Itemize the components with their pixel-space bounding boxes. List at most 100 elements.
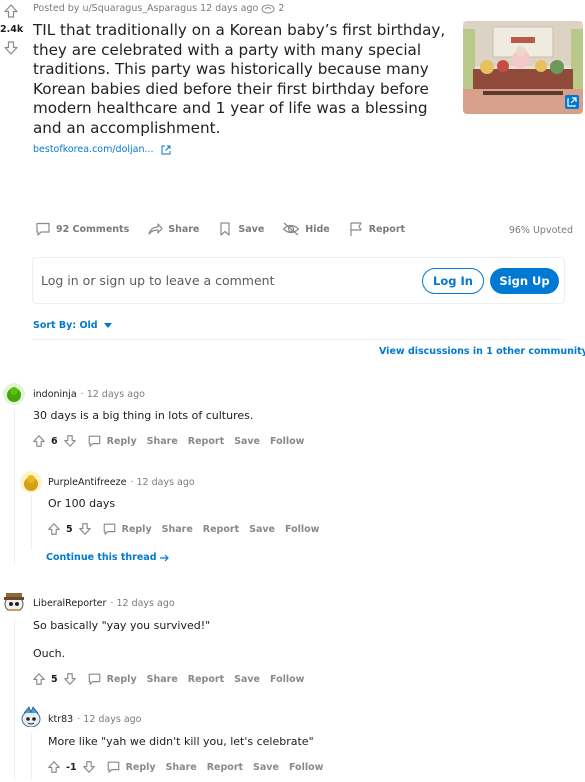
thread-line[interactable] — [31, 495, 32, 550]
share-button[interactable]: Share — [147, 674, 178, 685]
post-score: 2.4k — [0, 24, 24, 35]
post-title[interactable]: TIL that traditionally on a Korean baby’… — [33, 21, 453, 138]
hide-button[interactable]: Hide — [282, 221, 330, 237]
post-meta: Posted by u/Squaragus_Asparagus 12 days … — [33, 3, 284, 14]
save-button[interactable]: Save — [253, 762, 279, 773]
comment-actions: -1 Reply Share Report Save Follow — [47, 760, 323, 774]
upvote-icon[interactable] — [47, 760, 61, 774]
post-meta-text: Posted by u/Squaragus_Asparagus 12 days … — [33, 3, 259, 14]
divider — [33, 339, 566, 340]
comment-icon — [103, 523, 115, 535]
thread-line[interactable] — [31, 732, 32, 780]
report-button[interactable]: Report — [207, 762, 243, 773]
comment-author[interactable]: indoninja — [33, 389, 77, 400]
reply-button[interactable]: Reply — [106, 760, 156, 774]
upvote-icon[interactable] — [47, 522, 61, 536]
reply-button[interactable]: Reply — [87, 434, 137, 448]
award-count: 2 — [278, 3, 285, 14]
continue-thread-label[interactable]: Continue this thread — [46, 552, 157, 563]
comment-body: 30 days is a big thing in lots of cultur… — [33, 409, 254, 422]
comment-actions: 5 Reply Share Report Save Follow — [47, 522, 319, 536]
follow-button[interactable]: Follow — [289, 762, 323, 773]
comment-body: So basically "yay you survived!" — [33, 619, 211, 632]
comment-age[interactable]: · 12 days ago — [110, 598, 174, 609]
downvote-icon[interactable] — [3, 40, 19, 56]
comment: PurpleAntifreeze · 12 days ago — [48, 477, 195, 488]
login-button[interactable]: Log In — [422, 268, 484, 294]
signup-button[interactable]: Sign Up — [490, 268, 559, 294]
continue-thread-link[interactable]: Continue this thread — [46, 552, 169, 563]
report-label: Report — [368, 223, 406, 235]
comment-icon — [107, 761, 119, 773]
report-button[interactable]: Report — [203, 524, 239, 535]
reply-label: Reply — [106, 435, 137, 447]
reply-button[interactable]: Reply — [102, 522, 152, 536]
comment-author[interactable]: ktr83 — [48, 714, 73, 725]
downvote-icon[interactable] — [82, 760, 96, 774]
share-button[interactable]: Share — [147, 221, 199, 237]
report-button[interactable]: Report — [348, 221, 405, 237]
follow-button[interactable]: Follow — [270, 436, 304, 447]
upvote-ratio: 96% Upvoted — [508, 225, 573, 236]
hide-icon — [282, 222, 300, 236]
comment-author[interactable]: PurpleAntifreeze — [48, 477, 126, 488]
save-label: Save — [238, 223, 265, 235]
share-icon — [148, 223, 163, 235]
comment-age[interactable]: · 12 days ago — [81, 389, 145, 400]
comment-score: 6 — [51, 435, 58, 447]
view-discussions-link[interactable]: View discussions in 1 other community — [379, 346, 585, 357]
avatar[interactable] — [20, 471, 42, 493]
post-actions: 92 Comments Share Save Hide Report — [35, 221, 423, 237]
share-button[interactable]: Share — [147, 436, 178, 447]
post-link-text[interactable]: bestofkorea.com/doljan... — [33, 144, 154, 155]
share-button[interactable]: Share — [166, 762, 197, 773]
share-button[interactable]: Share — [162, 524, 193, 535]
avatar[interactable] — [2, 589, 24, 611]
report-button[interactable]: Report — [188, 674, 224, 685]
save-button[interactable]: Save — [234, 436, 260, 447]
comment-body: Or 100 days — [48, 497, 116, 510]
caret-down-icon — [103, 323, 112, 328]
save-button[interactable]: Save — [234, 674, 260, 685]
sort-dropdown[interactable]: Sort By: Old — [33, 320, 112, 331]
downvote-icon[interactable] — [63, 672, 77, 686]
login-prompt-text: Log in or sign up to leave a comment — [41, 273, 275, 288]
comment-icon — [36, 222, 50, 236]
comment-score: 5 — [51, 673, 58, 685]
post-link[interactable]: bestofkorea.com/doljan... — [33, 144, 171, 155]
comment-icon — [88, 673, 100, 685]
comments-button[interactable]: 92 Comments — [35, 221, 129, 237]
flag-icon — [350, 222, 362, 236]
comment-score: -1 — [66, 761, 77, 773]
avatar[interactable] — [3, 383, 25, 405]
bookmark-icon — [220, 222, 230, 236]
comment: ktr83 · 12 days ago — [48, 714, 142, 725]
thread-line[interactable] — [14, 620, 15, 780]
save-button[interactable]: Save — [217, 221, 264, 237]
thread-line[interactable] — [14, 410, 15, 565]
comments-label: 92 Comments — [56, 223, 130, 235]
avatar[interactable] — [19, 705, 41, 727]
follow-button[interactable]: Follow — [270, 674, 304, 685]
award-icon[interactable] — [261, 4, 275, 14]
downvote-icon[interactable] — [78, 522, 92, 536]
external-link-icon — [161, 145, 171, 154]
comment-age[interactable]: · 12 days ago — [130, 477, 194, 488]
upvote-icon[interactable] — [3, 3, 19, 19]
downvote-icon[interactable] — [63, 434, 77, 448]
reply-label: Reply — [106, 673, 137, 685]
share-label: Share — [168, 223, 200, 235]
comment-author[interactable]: LiberalReporter — [33, 598, 106, 609]
post-thumbnail[interactable] — [463, 21, 583, 114]
upvote-icon[interactable] — [32, 434, 46, 448]
comment-icon — [88, 435, 100, 447]
save-button[interactable]: Save — [249, 524, 275, 535]
report-button[interactable]: Report — [188, 436, 224, 447]
comment-body: Ouch. — [33, 647, 66, 660]
comment-age[interactable]: · 12 days ago — [77, 714, 141, 725]
comment-actions: 5 Reply Share Report Save Follow — [32, 672, 304, 686]
sort-label: Sort By: Old — [33, 320, 98, 331]
follow-button[interactable]: Follow — [285, 524, 319, 535]
reply-button[interactable]: Reply — [87, 672, 137, 686]
upvote-icon[interactable] — [32, 672, 46, 686]
